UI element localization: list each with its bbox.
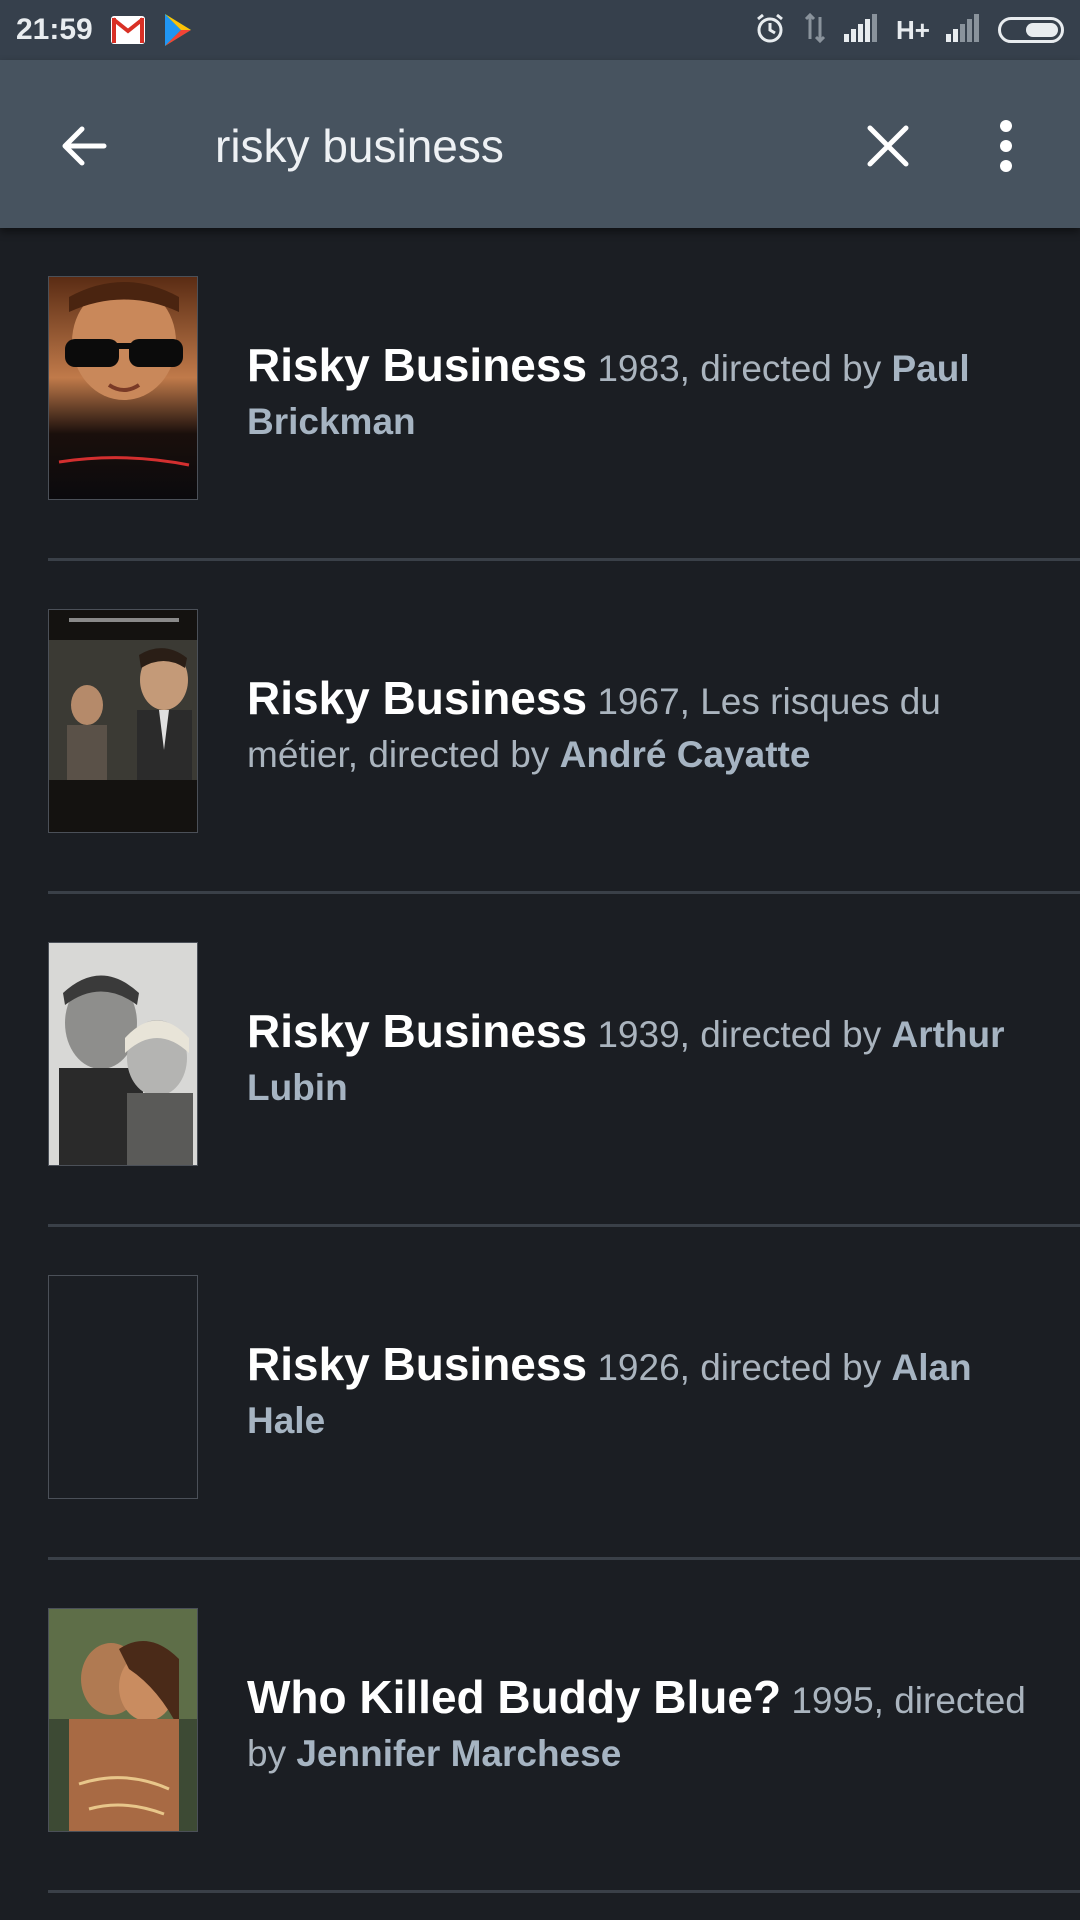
back-button[interactable]	[48, 110, 120, 182]
movie-details: 1939, directed by	[587, 1013, 892, 1055]
play-store-icon	[161, 13, 195, 47]
movie-poster	[48, 609, 198, 833]
movie-title: Risky Business	[247, 338, 588, 391]
more-options-button[interactable]	[970, 110, 1042, 182]
director-name: André Cayatte	[559, 733, 811, 775]
result-line: Risky Business 1967, Les risques du méti…	[247, 672, 1040, 781]
close-icon	[867, 125, 909, 167]
result-line: Risky Business 1983, directed by Paul Br…	[247, 339, 1040, 448]
network-type: H+	[896, 14, 930, 45]
alarm-icon	[754, 12, 786, 49]
more-vertical-icon	[1000, 120, 1012, 172]
battery-icon	[998, 17, 1064, 43]
movie-title: Risky Business	[247, 1337, 588, 1390]
movie-details: 1926, directed by	[587, 1346, 892, 1388]
search-input[interactable]	[215, 110, 815, 182]
movie-title: Risky Business	[247, 1004, 588, 1057]
movie-title: Who Killed Buddy Blue?	[247, 1670, 782, 1723]
result-item[interactable]: Risky Business 1926, directed by Alan Ha…	[48, 1227, 1080, 1560]
director-name: Jennifer Marchese	[296, 1732, 622, 1774]
gmail-icon	[110, 13, 145, 47]
movie-poster	[48, 276, 198, 500]
search-toolbar	[0, 60, 1080, 228]
result-line: Risky Business 1939, directed by Arthur …	[247, 1005, 1040, 1114]
result-item[interactable]: Risky Business 1939, directed by Arthur …	[48, 894, 1080, 1227]
signal-icon-2	[946, 13, 982, 47]
result-item[interactable]: Who Killed Buddy Blue? 1995, directed by…	[48, 1560, 1080, 1893]
movie-title: Risky Business	[247, 671, 588, 724]
movie-poster	[48, 1608, 198, 1832]
result-text: Who Killed Buddy Blue? 1995, directed by…	[247, 1560, 1040, 1890]
result-item[interactable]: Risky Business 1967, Les risques du méti…	[48, 561, 1080, 894]
signal-icon	[844, 13, 880, 47]
battery-fill	[1026, 23, 1058, 37]
result-item[interactable]: Risky Business 1983, directed by Paul Br…	[48, 228, 1080, 561]
search-results-list: Risky Business 1983, directed by Paul Br…	[0, 228, 1080, 1893]
clear-search-button[interactable]	[852, 110, 924, 182]
arrow-left-icon	[62, 126, 107, 166]
data-transfer-icon	[802, 12, 828, 48]
movie-poster	[48, 942, 198, 1166]
result-line: Risky Business 1926, directed by Alan Ha…	[247, 1338, 1040, 1447]
status-bar: 21:59 H+	[0, 0, 1080, 60]
result-text: Risky Business 1967, Les risques du méti…	[247, 561, 1040, 891]
result-text: Risky Business 1926, directed by Alan Ha…	[247, 1227, 1040, 1557]
status-time: 21:59	[16, 13, 93, 46]
result-text: Risky Business 1939, directed by Arthur …	[247, 894, 1040, 1224]
result-line: Who Killed Buddy Blue? 1995, directed by…	[247, 1671, 1040, 1780]
movie-poster-placeholder	[48, 1275, 198, 1499]
movie-details: 1983, directed by	[587, 347, 892, 389]
result-text: Risky Business 1983, directed by Paul Br…	[247, 228, 1040, 558]
